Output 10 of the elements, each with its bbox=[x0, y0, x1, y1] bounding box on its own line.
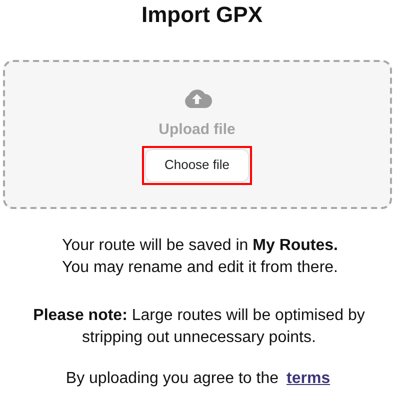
terms-text: By uploading you agree to the bbox=[66, 369, 279, 389]
drop-zone[interactable]: Upload file Choose file bbox=[2, 60, 392, 209]
upload-label: Upload file bbox=[158, 120, 236, 140]
choose-file-button[interactable]: Choose file bbox=[145, 148, 249, 182]
page-title: Import GPX bbox=[141, 4, 262, 29]
cloud-upload-icon bbox=[182, 87, 212, 109]
info-text: Your route will be saved in My Routes. bbox=[62, 236, 338, 256]
terms-link[interactable]: terms bbox=[286, 367, 330, 391]
note-text: Please note: Large routes will be optimised by stripping out unnecessary points. bbox=[32, 306, 366, 348]
info-text: You may rename and edit it from there. bbox=[62, 258, 338, 278]
